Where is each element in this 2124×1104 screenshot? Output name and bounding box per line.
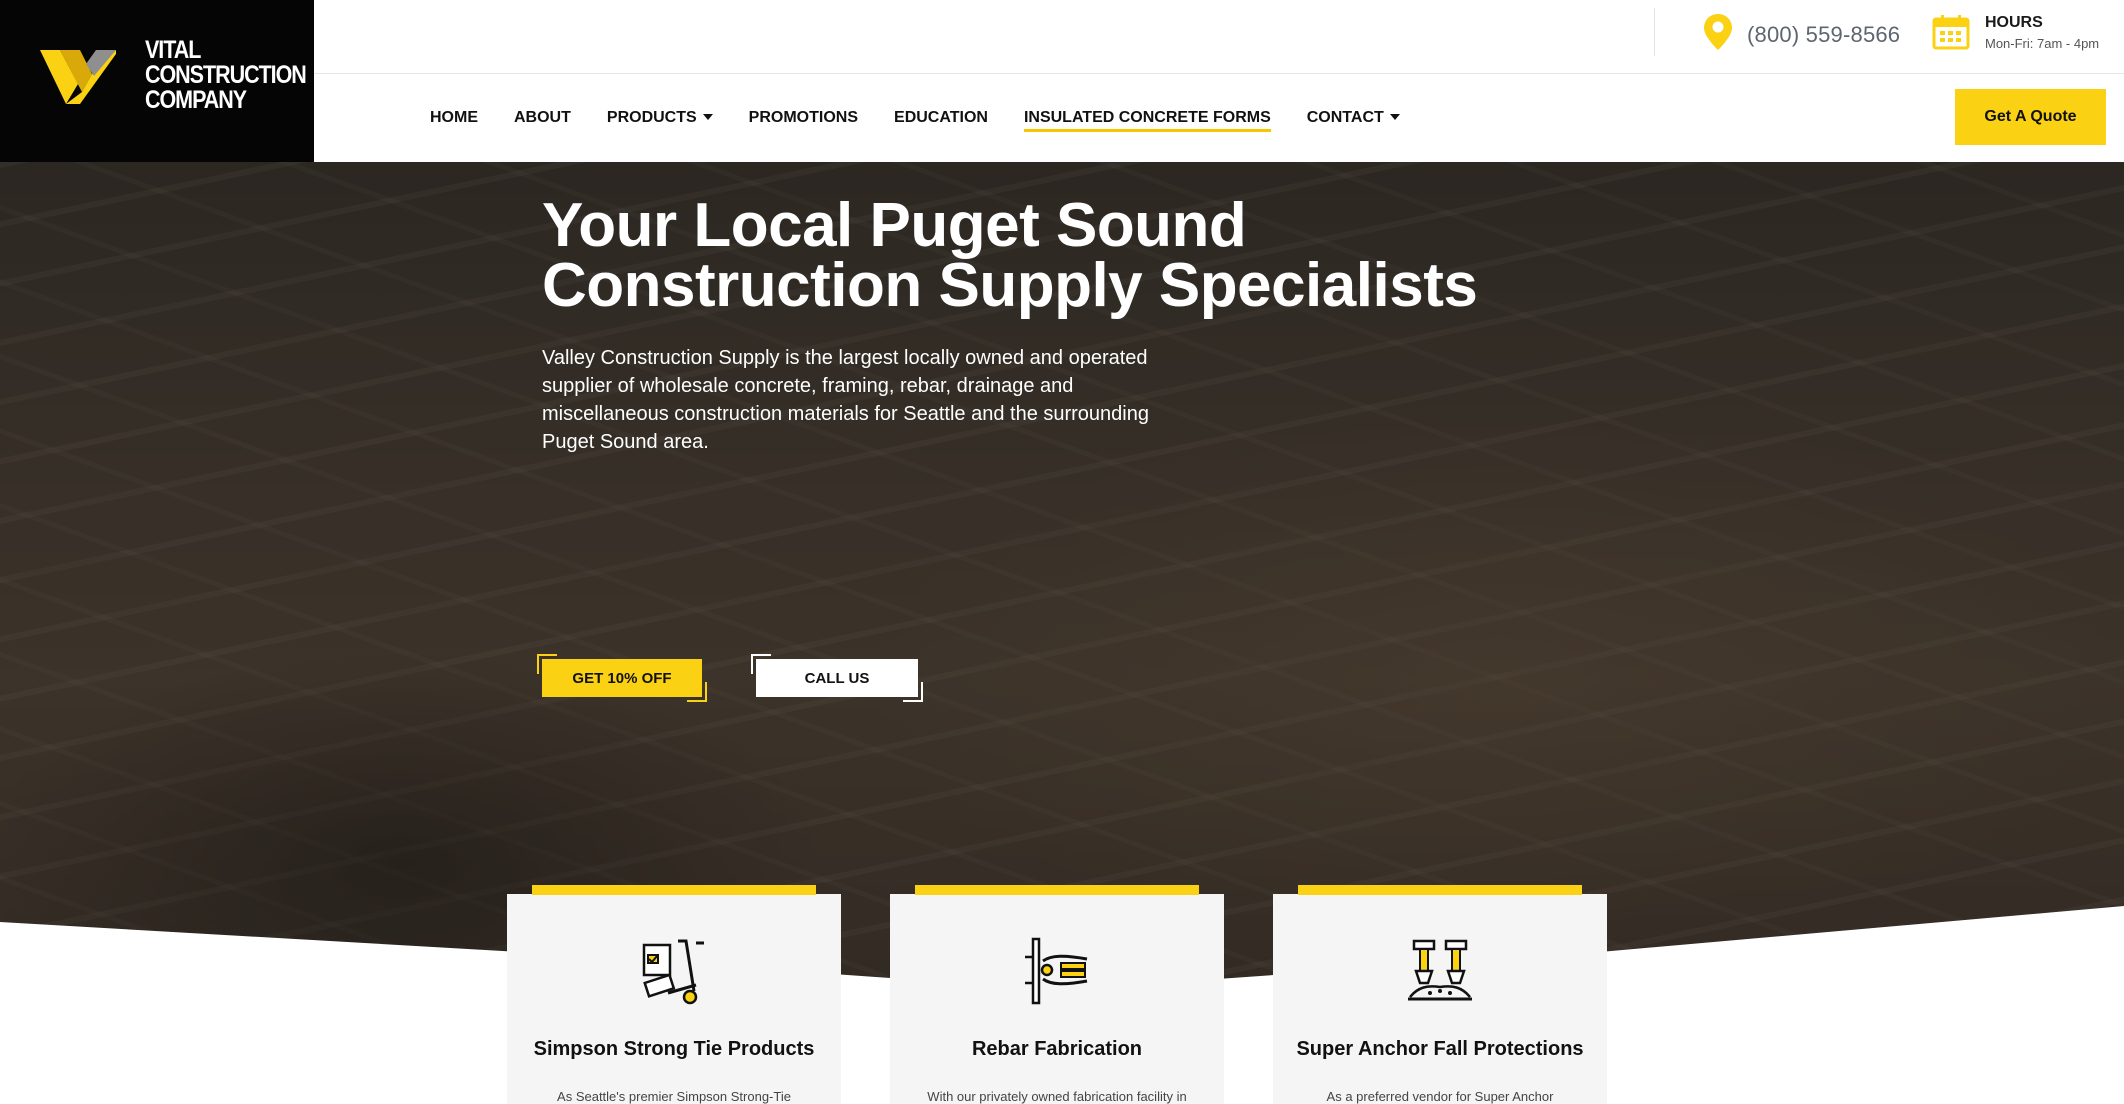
main-nav: HOME ABOUT PRODUCTS PROMOTIONS EDUCATION… [430,104,1436,132]
logo-v-icon [40,50,116,104]
nav-label: INSULATED CONCRETE FORMS [1023,109,1271,126]
feature-card-super-anchor[interactable]: Super Anchor Fall Protections As a prefe… [1273,885,1607,1104]
nav-item-contact[interactable]: CONTACT [1307,104,1400,132]
nav-item-home[interactable]: HOME [430,104,478,132]
map-pin-icon [1704,14,1732,50]
card-text: As a preferred vendor for Super Anchor [1326,1089,1554,1104]
hours-title: HOURS [1985,14,2043,31]
feature-card-simpson[interactable]: Simpson Strong Tie Products As Seattle's… [507,885,841,1104]
card-accent-bar [1298,885,1582,895]
hero-title: Your Local Puget Sound Construction Supp… [542,191,1478,320]
nav-item-products[interactable]: PRODUCTS [607,104,713,132]
logo-line: VITAL [145,36,201,64]
nav-item-promotions[interactable]: PROMOTIONS [749,104,858,132]
nav-label: HOME [430,109,478,126]
card-title: Rebar Fabrication [971,1038,1143,1060]
card-text: With our privately owned fabrication fac… [927,1089,1187,1104]
logo-line: COMPANY [145,86,247,114]
nav-item-education[interactable]: EDUCATION [894,104,988,132]
call-us-button[interactable]: CALL US [751,654,923,702]
card-accent-bar [532,885,816,895]
page: VITAL CONSTRUCTION COMPANY (800) 559-856… [0,0,2124,1104]
caret-down-icon [1389,113,1400,120]
button-label: GET 10% OFF [542,659,702,697]
card-title: Super Anchor Fall Protections [1296,1038,1584,1060]
nav-item-about[interactable]: ABOUT [514,104,571,132]
nav-label: PRODUCTS [606,109,697,126]
logo[interactable]: VITAL CONSTRUCTION COMPANY [0,0,314,162]
logo-line: CONSTRUCTION [145,61,307,89]
button-label: CALL US [756,659,918,697]
hero-title-line: Your Local Puget Sound [542,191,1247,260]
hours-value: Mon-Fri: 7am - 4pm [1985,36,2100,51]
nav-label: CONTACT [1306,109,1384,126]
get-a-quote-button[interactable]: Get A Quote [1955,89,2106,145]
hand-truck-icon [642,939,704,1005]
rebar-cutter-icon [1025,937,1088,1005]
phone-link[interactable]: (800) 559-8566 [1747,22,1900,48]
logo-text: VITAL CONSTRUCTION COMPANY [145,36,307,114]
card-text: As Seattle's premier Simpson Strong-Tie [557,1089,791,1104]
hero-description: Valley Construction Supply is the larges… [542,347,1149,453]
caret-down-icon [702,113,713,120]
nav-label: PROMOTIONS [748,109,859,126]
nav-label: EDUCATION [894,109,988,126]
top-info-bar: (800) 559-8566 HOURS Mon-Fri: 7am - 4pm [314,0,2124,74]
card-title: Simpson Strong Tie Products [533,1038,815,1060]
nav-item-insulated-concrete-forms[interactable]: INSULATED CONCRETE FORMS [1023,104,1271,132]
get-10-off-button[interactable]: GET 10% OFF [537,654,707,702]
hero-title-line: Construction Supply Specialists [542,251,1478,320]
nav-label: ABOUT [514,109,571,126]
card-accent-bar [915,885,1199,895]
fall-anchor-icon [1408,939,1472,1001]
feature-card-rebar[interactable]: Rebar Fabrication With our privately own… [890,885,1224,1104]
calendar-icon [1932,15,1970,50]
divider [1654,8,1655,56]
